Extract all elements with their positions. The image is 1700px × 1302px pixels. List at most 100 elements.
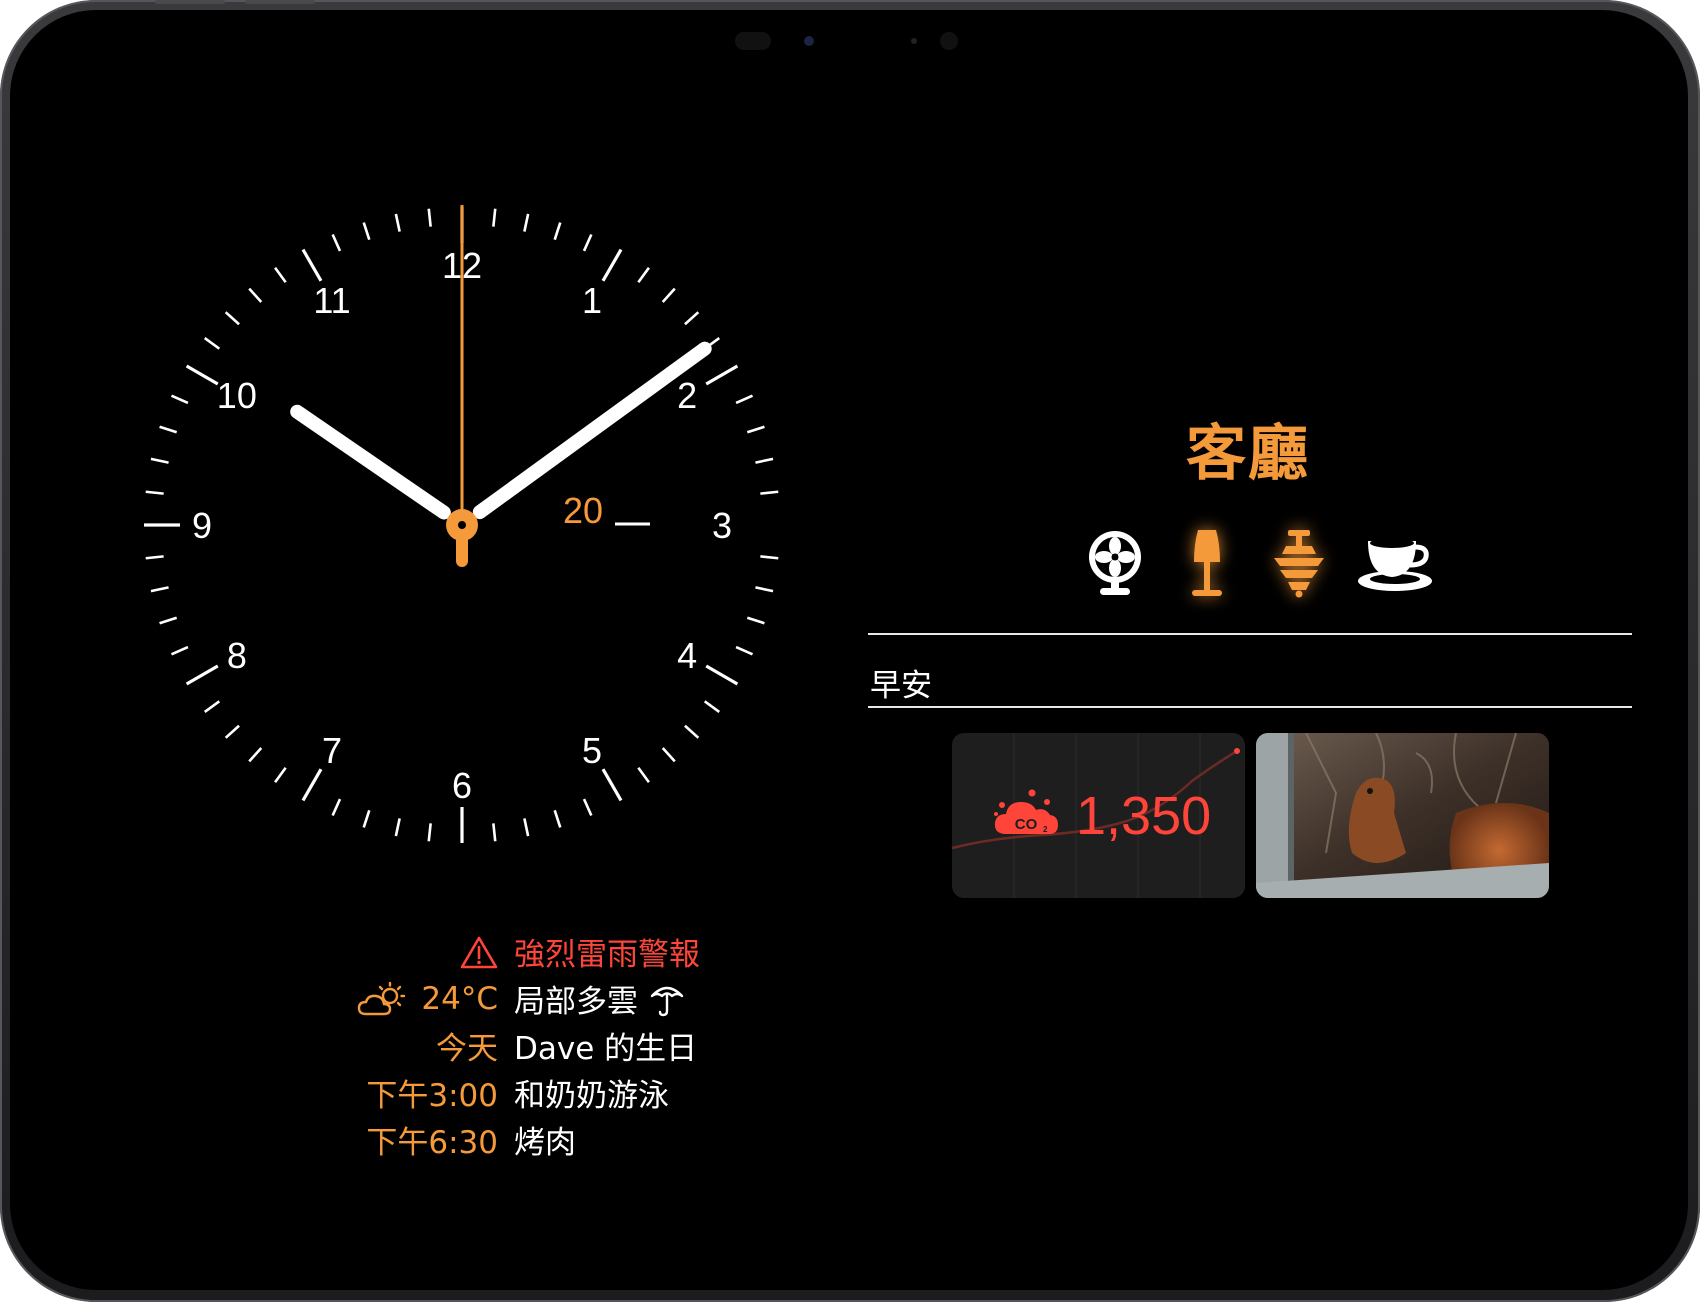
minute-tick	[145, 555, 164, 560]
weather-condition: 局部多雲	[514, 984, 638, 1020]
scene-button[interactable]: 早安	[870, 660, 932, 704]
weather-temperature: 24°C	[421, 980, 498, 1017]
minute-tick	[224, 724, 240, 739]
minute-tick	[159, 616, 178, 625]
minute-tick	[523, 213, 530, 232]
event-row[interactable]: 今天 Dave 的生日	[260, 1022, 730, 1069]
minute-tick	[170, 394, 189, 405]
hour-tick	[601, 768, 623, 802]
svg-text:2: 2	[1043, 825, 1048, 834]
hour-tick	[185, 364, 219, 386]
hour-hand	[290, 404, 451, 520]
hour-tick	[705, 364, 739, 386]
clock-numeral: 9	[192, 505, 212, 546]
ceiling-light-button[interactable]	[1264, 528, 1334, 598]
minute-tick	[203, 700, 221, 713]
volume-button[interactable]	[245, 0, 315, 4]
minute-tick	[637, 266, 650, 284]
minute-tick	[159, 425, 178, 434]
minute-tick	[684, 311, 700, 326]
minute-tick	[394, 818, 401, 837]
minute-tick	[145, 490, 164, 495]
coffee-maker-button[interactable]	[1356, 528, 1434, 598]
fan-button[interactable]	[1080, 528, 1150, 598]
minute-tick	[362, 222, 371, 241]
clock-date: 20	[563, 490, 603, 531]
clock-center-dot	[458, 521, 466, 529]
weather-row[interactable]: 24°C 局部多雲	[260, 975, 730, 1022]
partly-sunny-icon	[358, 981, 406, 1015]
clock-numeral: 7	[322, 730, 342, 771]
ceiling-light-icon	[1274, 530, 1324, 598]
scene-divider-bottom	[868, 706, 1632, 708]
clock-numeral: 1	[582, 280, 602, 321]
minute-tick	[274, 766, 287, 784]
hour-tick	[601, 248, 623, 282]
room-title[interactable]: 客廳	[1108, 405, 1388, 492]
clock-numeral: 5	[582, 730, 602, 771]
event-time: 下午3:00	[366, 1078, 498, 1114]
minute-tick	[523, 818, 530, 837]
scene-divider-top	[868, 633, 1632, 635]
weather-alert-row[interactable]: 強烈雷雨警報	[260, 928, 730, 975]
minute-tick	[203, 337, 221, 350]
clock-numeral: 8	[227, 635, 247, 676]
ipad-frame: 12 1 2 3 4 5 6 7 8 9 10 11 20 強烈雷雨警報 24°…	[0, 0, 1700, 1302]
analog-clock[interactable]: 121234567891011 20	[10, 10, 810, 870]
minute-tick	[492, 823, 497, 842]
minute-tick	[684, 724, 700, 739]
minute-tick	[150, 586, 169, 593]
minute-tick	[637, 766, 650, 784]
minute-tick	[553, 809, 562, 828]
top-button[interactable]	[155, 0, 225, 4]
event-time: 下午6:30	[366, 1125, 498, 1161]
minute-tick	[760, 555, 779, 560]
minute-tick	[703, 700, 721, 713]
hour-tick	[301, 248, 323, 282]
clock-numeral: 6	[452, 765, 472, 806]
floor-lamp-button[interactable]	[1172, 528, 1242, 598]
minute-tick	[582, 233, 593, 252]
minute-tick	[735, 645, 754, 656]
fan-icon	[1089, 531, 1141, 595]
standby-screen: 12 1 2 3 4 5 6 7 8 9 10 11 20 強烈雷雨警報 24°…	[10, 10, 1688, 1290]
hour-tick	[185, 664, 219, 686]
minute-tick	[746, 616, 765, 625]
minute-tick	[492, 208, 497, 227]
minute-tick	[746, 425, 765, 434]
minute-tick	[735, 394, 754, 405]
event-title: Dave 的生日	[514, 1031, 698, 1067]
hour-tick	[705, 664, 739, 686]
event-row[interactable]: 下午6:30 烤肉	[260, 1116, 730, 1163]
minute-tick	[582, 798, 593, 817]
minute-tick	[427, 823, 432, 842]
event-time: 今天	[436, 1031, 498, 1067]
event-row[interactable]: 下午3:00 和奶奶游泳	[260, 1069, 730, 1116]
event-title: 和奶奶游泳	[514, 1078, 669, 1114]
hour-tick	[301, 768, 323, 802]
camera-feed-tile[interactable]	[1256, 733, 1549, 898]
minute-tick	[331, 798, 342, 817]
clock-numeral: 11	[313, 280, 350, 321]
minute-tick	[755, 457, 774, 464]
clock-numeral: 4	[677, 635, 697, 676]
co2-sensor-tile[interactable]: CO 2 1,350	[952, 733, 1245, 898]
accessory-row	[1080, 528, 1434, 598]
event-title: 烤肉	[514, 1125, 576, 1161]
clock-numeral: 10	[217, 375, 257, 416]
clock-numeral: 2	[677, 375, 697, 416]
minute-tick	[755, 586, 774, 593]
minute-tick	[150, 457, 169, 464]
alert-text: 強烈雷雨警報	[514, 937, 700, 973]
minute-tick	[362, 809, 371, 828]
umbrella-icon	[650, 986, 684, 1016]
minute-tick	[394, 213, 401, 232]
minute-tick	[224, 311, 240, 326]
clock-numeral: 3	[712, 505, 732, 546]
camera-snapshot-image	[1256, 733, 1549, 898]
minute-tick	[170, 645, 189, 656]
floor-lamp-icon	[1192, 530, 1222, 596]
minute-tick	[760, 490, 779, 495]
co2-cloud-icon: CO 2	[994, 789, 1058, 834]
agenda-widget[interactable]: 強烈雷雨警報 24°C 局部多雲 今天 Dave 的生日 下午3:00 和奶奶游…	[260, 928, 730, 1163]
